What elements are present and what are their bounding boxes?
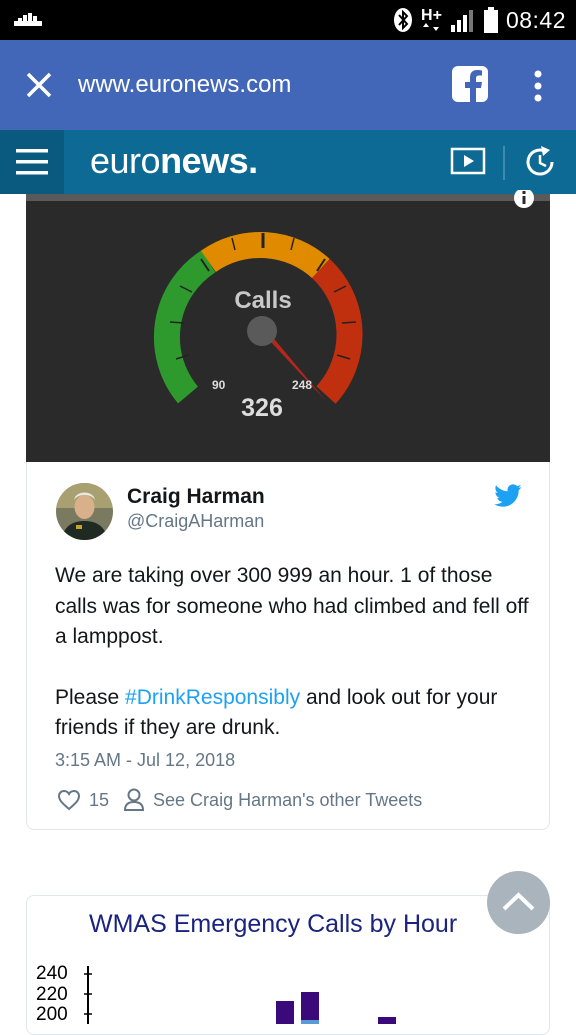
status-bar: H+ 08:42: [0, 0, 576, 40]
chart-bar: [301, 992, 319, 1024]
chart-bar: [276, 1001, 294, 1024]
avatar[interactable]: [56, 483, 113, 540]
logo-light-text: euro: [90, 140, 161, 181]
gauge-hub: [247, 316, 277, 346]
gauge-green-arc: [153, 250, 216, 404]
gauge-title: Calls: [234, 287, 291, 314]
chart-plot: [84, 966, 396, 1024]
clock: 08:42: [505, 6, 566, 33]
menu-button[interactable]: [0, 130, 64, 194]
gauge-graphic: Calls 90 248 326: [153, 231, 363, 422]
url-text[interactable]: www.euronews.com: [78, 71, 291, 99]
site-header: euronews.: [0, 130, 576, 194]
tweet-paragraph-1: We are taking over 300 999 an hour. 1 of…: [55, 564, 529, 648]
person-icon[interactable]: [123, 788, 145, 812]
y-tick-label: 200: [36, 1004, 68, 1025]
gauge-red-arc: [311, 259, 363, 404]
tweet-paragraph-2: Please #DrinkResponsibly and look out fo…: [55, 683, 535, 744]
y-tick-label: 240: [36, 963, 68, 984]
chart-bar-segment: [301, 1020, 319, 1024]
gauge-yellow-threshold: 90: [212, 378, 226, 392]
tweet-text: We are taking over 300 999 an hour. 1 of…: [55, 561, 535, 744]
chevron-up-icon: [502, 892, 535, 911]
image-top-strip: [26, 194, 550, 201]
gauge-red-threshold: 248: [292, 378, 312, 392]
close-icon[interactable]: [24, 70, 54, 100]
gauge-value: 326: [241, 394, 283, 422]
heart-icon[interactable]: [57, 789, 81, 811]
tweet-author-handle[interactable]: @CraigAHarman: [127, 511, 264, 532]
logo-dot: .: [248, 140, 258, 181]
euronews-logo[interactable]: euronews.: [90, 140, 258, 182]
scroll-to-top-button[interactable]: [487, 871, 550, 934]
more-options-icon[interactable]: [528, 68, 548, 104]
header-divider: [503, 146, 505, 180]
tweet-author-name[interactable]: Craig Harman: [127, 485, 265, 509]
signal-icon: [450, 10, 473, 32]
see-other-tweets-link[interactable]: See Craig Harman's other Tweets: [153, 790, 422, 811]
tweet-timestamp[interactable]: 3:15 AM - Jul 12, 2018: [55, 750, 235, 771]
battery-icon: [483, 7, 498, 33]
logo-bold-text: news: [160, 140, 249, 181]
latest-news-icon[interactable]: [522, 144, 558, 180]
facebook-icon[interactable]: [452, 66, 488, 102]
y-tick-label: 220: [36, 984, 68, 1005]
cloud-icon: [14, 13, 42, 26]
tweet-actions: 15 See Craig Harman's other Tweets: [57, 788, 422, 812]
browser-toolbar: www.euronews.com: [0, 40, 576, 130]
gauge-yellow-arc: [200, 231, 330, 279]
info-icon[interactable]: [512, 190, 536, 210]
data-arrows-icon: [423, 23, 440, 31]
chart-bar: [378, 1017, 396, 1024]
like-count[interactable]: 15: [89, 790, 109, 811]
network-type-label: H+: [421, 7, 442, 24]
hashtag-link[interactable]: #DrinkResponsibly: [125, 686, 300, 709]
chart-title: WMAS Emergency Calls by Hour: [89, 910, 458, 938]
twitter-bird-icon[interactable]: [494, 484, 522, 508]
tweet-text-pre: Please: [55, 685, 126, 709]
hamburger-icon: [16, 149, 48, 175]
video-play-icon[interactable]: [450, 146, 486, 176]
tweet-image-gauge[interactable]: Calls 90 248 326: [26, 190, 550, 462]
bluetooth-icon: [394, 8, 413, 32]
